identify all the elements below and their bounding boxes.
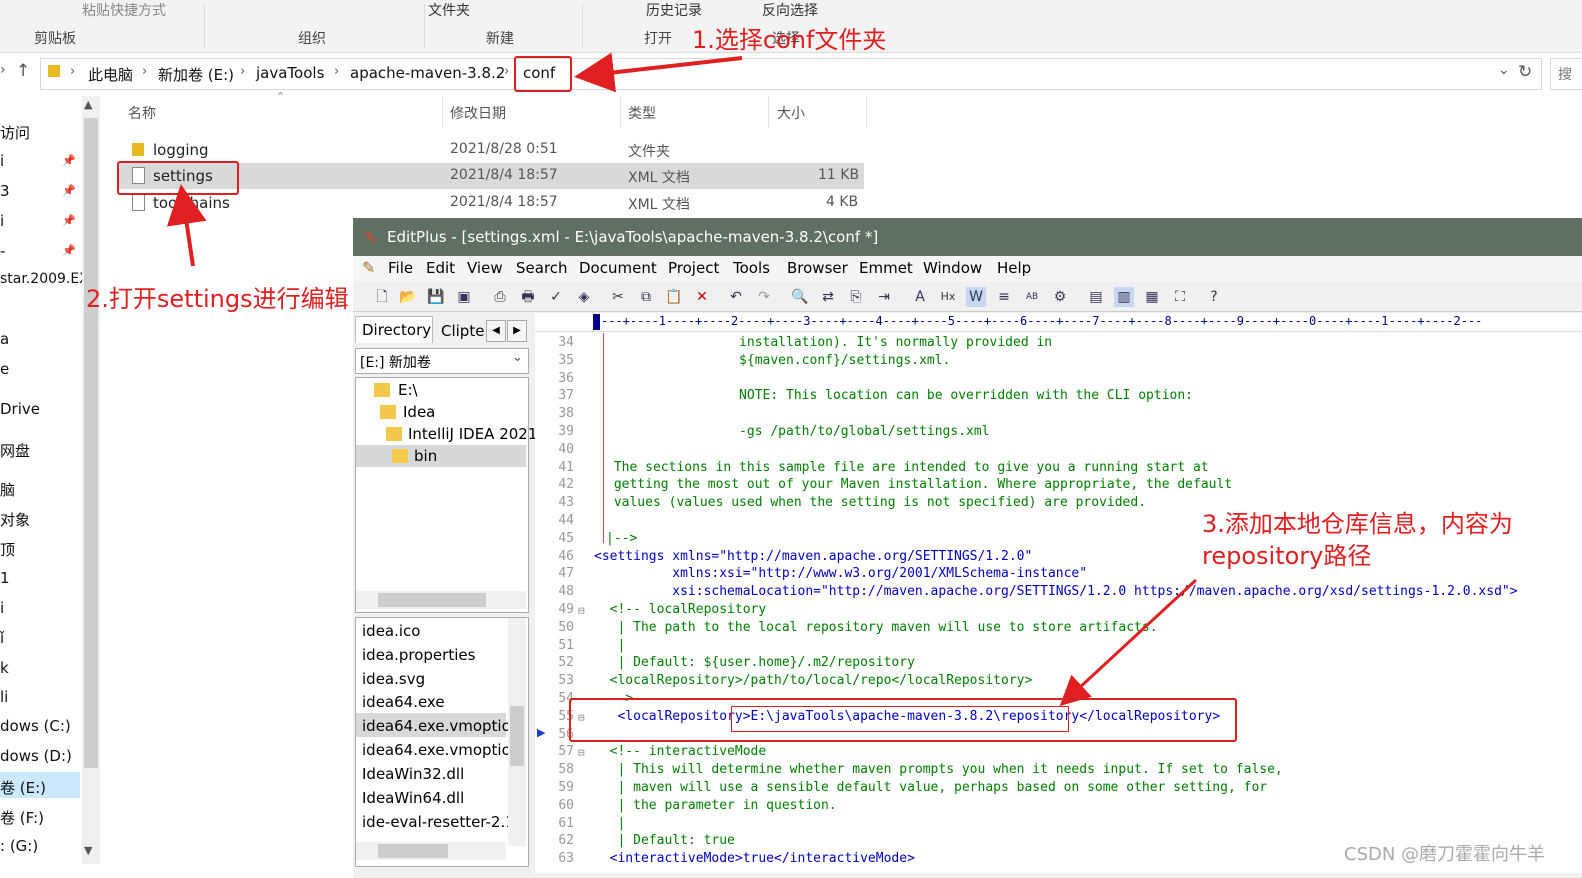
arrow-step3 <box>1059 578 1198 707</box>
watermark: CSDN @磨刀霍霍向牛羊 <box>1344 844 1546 865</box>
arrow-step2 <box>166 184 207 267</box>
arrow-step1 <box>574 52 743 93</box>
annotation-arrows <box>166 52 1198 707</box>
